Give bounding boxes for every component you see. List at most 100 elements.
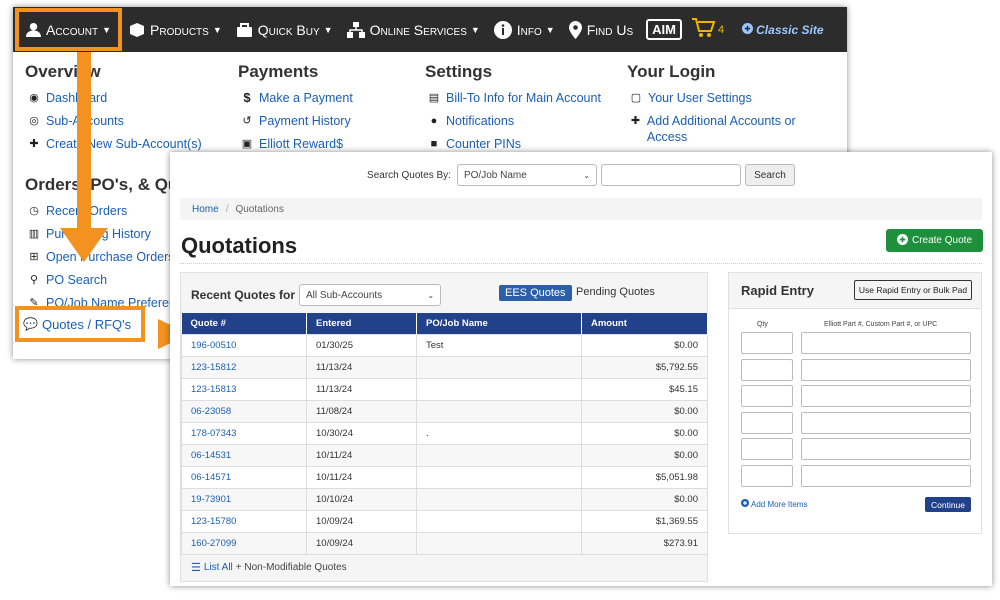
- menu-counter-pins[interactable]: ■ Counter PINs: [425, 136, 601, 152]
- breadcrumb-current: Quotations: [235, 203, 284, 215]
- classic-site-link[interactable]: Classic Site: [742, 22, 824, 37]
- part-input[interactable]: [801, 332, 971, 354]
- menu-notifications-label: Notifications: [446, 114, 515, 128]
- quote-number-link[interactable]: 06-14531: [181, 443, 307, 467]
- nav-products[interactable]: Products ▼: [122, 7, 229, 52]
- quote-number-link[interactable]: 123-15780: [181, 509, 307, 533]
- chevron-down-icon: ▼: [545, 24, 555, 35]
- sub-account-select[interactable]: All Sub-Accounts ⌄: [299, 284, 442, 306]
- quote-number-link[interactable]: 178-07343: [181, 421, 307, 445]
- rapid-entry-title: Rapid Entry: [741, 283, 814, 298]
- menu-payments-title: Payments: [238, 62, 319, 81]
- qty-input[interactable]: [741, 438, 793, 460]
- bulk-pad-button[interactable]: Use Rapid Entry or Bulk Pad: [854, 280, 972, 300]
- box-icon: [129, 22, 145, 38]
- entered-date: 10/09/24: [306, 509, 417, 533]
- menu-notifications[interactable]: ● Notifications: [425, 113, 601, 129]
- breadcrumb-home[interactable]: Home: [192, 204, 219, 215]
- menu-create-sub-account[interactable]: ✚ Create New Sub-Account(s): [25, 136, 201, 152]
- table-row: 06-14531 10/11/24 $0.00: [181, 443, 708, 467]
- menu-payment-history[interactable]: ↺ Payment History: [238, 113, 353, 129]
- col-amount[interactable]: Amount: [581, 313, 708, 334]
- search-by-select[interactable]: PO/Job Name ⌄: [456, 164, 597, 186]
- nav-info[interactable]: Info ▼: [487, 7, 562, 52]
- po-job-name: Test: [416, 333, 582, 357]
- col-quote-number[interactable]: Quote #: [181, 313, 307, 334]
- menu-elliott-rewards[interactable]: ▣ Elliott Reward$: [238, 136, 353, 152]
- continue-button[interactable]: Continue: [925, 497, 971, 512]
- aim-logo[interactable]: AIM: [646, 19, 683, 40]
- add-more-items-label: Add More Items: [751, 499, 808, 509]
- menu-dashboard[interactable]: ◉Dashboard: [25, 90, 202, 106]
- qty-input[interactable]: [741, 332, 793, 354]
- part-input[interactable]: [801, 465, 971, 487]
- table-row: 178-07343 10/30/24. $0.00: [181, 421, 708, 445]
- quote-number-link[interactable]: 06-14571: [181, 465, 307, 489]
- tab-ees-quotes[interactable]: EES Quotes: [499, 285, 572, 301]
- list-icon: ☰: [191, 562, 201, 574]
- col-po-job-name[interactable]: PO/Job Name: [416, 313, 582, 334]
- quote-number-link[interactable]: 196-00510: [181, 333, 307, 357]
- breadcrumb-separator: /: [225, 203, 229, 215]
- part-input[interactable]: [801, 359, 971, 381]
- menu-quotes-rfqs-highlight[interactable]: 💬 Quotes / RFQ's: [15, 306, 145, 342]
- menu-make-payment[interactable]: $ Make a Payment: [238, 90, 353, 106]
- search-button[interactable]: Search: [744, 164, 795, 186]
- chevron-down-icon: ▼: [323, 24, 333, 35]
- menu-login-title: Your Login: [627, 62, 716, 81]
- cart-icon: [692, 18, 716, 41]
- list-all-link[interactable]: List All: [204, 562, 233, 573]
- divider: [180, 263, 982, 264]
- top-nav: Account ▼ Products ▼ Quick Buy ▼ Online Ser…: [13, 7, 847, 52]
- quote-number-link[interactable]: 123-15813: [181, 377, 307, 401]
- rapid-entry-panel: Rapid Entry Use Rapid Entry or Bulk Pad …: [728, 272, 982, 534]
- menu-payment-history-label: Payment History: [259, 114, 351, 128]
- nav-account[interactable]: Account ▼: [15, 8, 123, 51]
- breadcrumb: Home / Quotations: [180, 198, 982, 220]
- table-row: 06-23058 11/08/24 $0.00: [181, 399, 708, 423]
- cart-button[interactable]: 4: [692, 18, 724, 41]
- add-more-items-link[interactable]: Add More Items: [741, 499, 807, 509]
- menu-settings: Settings ▤ Bill-To Info for Main Account …: [425, 62, 601, 159]
- nav-quick-buy[interactable]: Quick Buy ▼: [229, 7, 340, 52]
- qty-input[interactable]: [741, 385, 793, 407]
- menu-make-payment-label: Make a Payment: [259, 91, 353, 105]
- qty-input[interactable]: [741, 412, 793, 434]
- qty-input[interactable]: [741, 359, 793, 381]
- menu-sub-accounts[interactable]: ◎Sub-Accounts: [25, 113, 202, 129]
- create-quote-label: Create Quote: [911, 235, 973, 246]
- menu-user-settings[interactable]: ▢ Your User Settings: [627, 90, 827, 106]
- amount: $0.00: [581, 333, 708, 357]
- entered-date: 01/30/25: [306, 333, 417, 357]
- po-job-name: [416, 377, 582, 401]
- part-label: Elliott Part #, Custom Part #, or UPC: [824, 321, 938, 328]
- part-input[interactable]: [801, 412, 971, 434]
- search-input[interactable]: [600, 164, 741, 186]
- menu-po-search-label: PO Search: [46, 273, 108, 287]
- entered-date: 10/11/24: [306, 465, 417, 489]
- menu-bill-to-info[interactable]: ▤ Bill-To Info for Main Account: [425, 90, 601, 106]
- nav-online-services-label: Online Services: [369, 21, 467, 38]
- user-plus-icon: ✚: [29, 138, 39, 150]
- bag-icon: [236, 22, 253, 38]
- menu-your-login: Your Login ▢ Your User Settings ✚ Add Addi…: [627, 62, 827, 152]
- nav-find-us[interactable]: Find Us: [562, 7, 640, 52]
- quote-number-link[interactable]: 19-73901: [181, 487, 307, 511]
- entered-date: 10/10/24: [306, 487, 417, 511]
- quote-number-link[interactable]: 123-15812: [181, 355, 307, 379]
- part-input[interactable]: [801, 385, 971, 407]
- quote-number-link[interactable]: 06-23058: [181, 399, 307, 423]
- qty-input[interactable]: [741, 465, 793, 487]
- user-badge-icon: ▢: [630, 92, 642, 104]
- col-entered[interactable]: Entered: [306, 313, 417, 334]
- nav-info-label: Info: [516, 21, 542, 38]
- create-quote-button[interactable]: Create Quote: [886, 229, 983, 252]
- nav-online-services[interactable]: Online Services ▼: [340, 7, 487, 52]
- part-input[interactable]: [801, 438, 971, 460]
- non-modifiable-text: + Non-Modifiable Quotes: [235, 562, 347, 573]
- quote-number-link[interactable]: 160-27099: [181, 531, 307, 555]
- dashboard-icon: ◉: [29, 92, 39, 104]
- menu-add-accounts[interactable]: ✚ Add Additional Accounts or Access: [627, 113, 827, 145]
- menu-settings-title: Settings: [425, 62, 493, 81]
- tab-pending-quotes[interactable]: Pending Quotes: [576, 286, 655, 298]
